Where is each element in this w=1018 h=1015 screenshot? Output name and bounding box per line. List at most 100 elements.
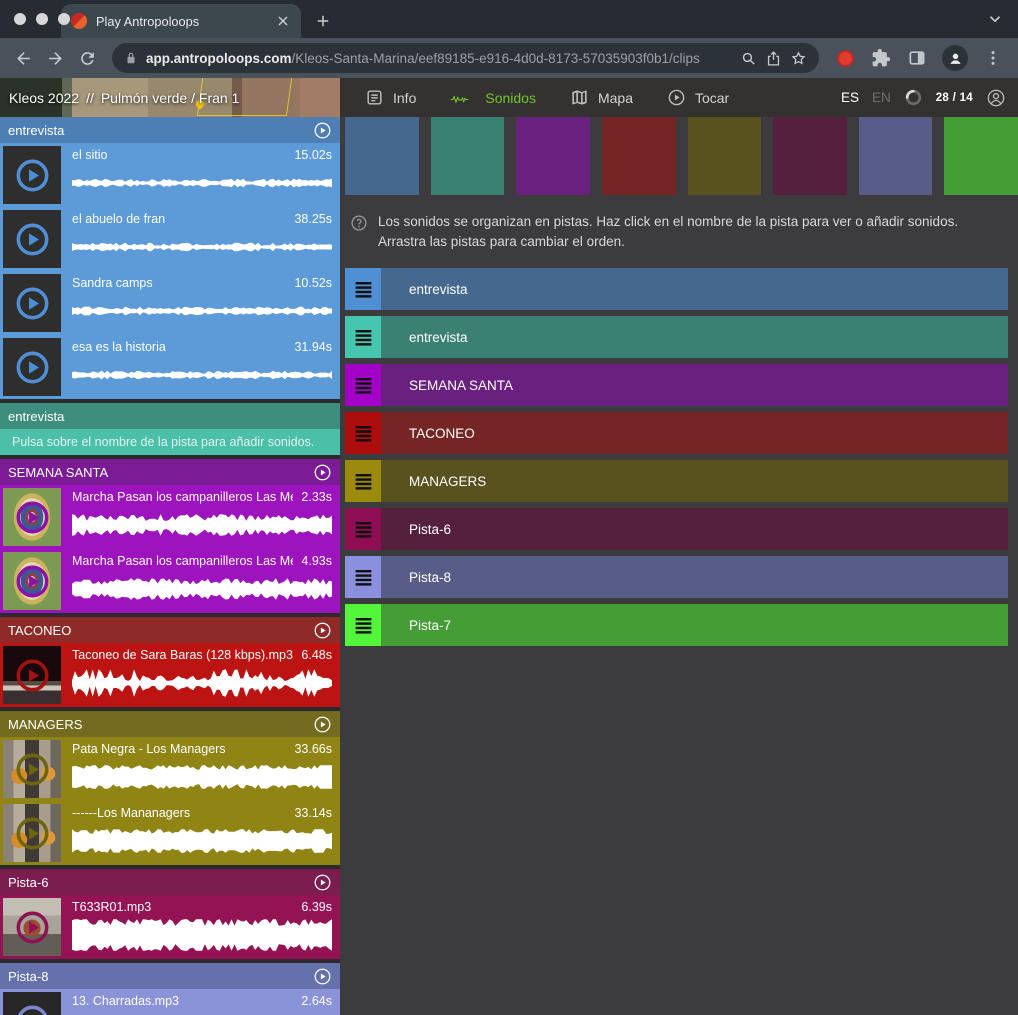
- sound-thumbnail[interactable]: [3, 488, 61, 546]
- play-icon[interactable]: [3, 338, 61, 396]
- close-window-button[interactable]: [14, 13, 26, 25]
- track-header[interactable]: Pista-8: [0, 963, 340, 989]
- play-icon[interactable]: [3, 898, 61, 956]
- nav-tab-mapa[interactable]: Mapa: [553, 78, 650, 117]
- sound-item[interactable]: 13. Charradas.mp32.64s: [0, 989, 340, 1015]
- sound-waveform[interactable]: [72, 290, 332, 331]
- sound-thumbnail[interactable]: [3, 804, 61, 862]
- side-panel-icon[interactable]: [907, 48, 927, 68]
- drag-handle-icon[interactable]: [345, 604, 381, 646]
- sound-item[interactable]: Sandra camps10.52s: [0, 271, 340, 335]
- tab-close-icon[interactable]: [275, 13, 291, 29]
- bookmark-star-icon[interactable]: [790, 50, 807, 67]
- nav-tab-tocar[interactable]: Tocar: [650, 78, 746, 117]
- track-row[interactable]: TACONEO: [345, 412, 1008, 454]
- new-tab-button[interactable]: [309, 7, 337, 35]
- breadcrumb[interactable]: Kleos 2022 // Pulmón verde / Fran 1: [9, 78, 239, 117]
- breadcrumb-project[interactable]: Kleos 2022: [9, 90, 79, 106]
- address-bar[interactable]: app.antropoloops.com/Kleos-Santa-Marina/…: [112, 43, 819, 73]
- tab-search-chevron-icon[interactable]: [986, 10, 1004, 28]
- track-row[interactable]: Pista-8: [345, 556, 1008, 598]
- back-button[interactable]: [10, 45, 36, 71]
- share-icon[interactable]: [765, 50, 782, 67]
- sound-item[interactable]: ------Los Mananagers33.14s: [0, 801, 340, 865]
- recording-indicator-icon[interactable]: [837, 50, 854, 67]
- drag-handle-icon[interactable]: [345, 412, 381, 454]
- sound-waveform[interactable]: [72, 354, 332, 395]
- track-header[interactable]: SEMANA SANTA: [0, 459, 340, 485]
- drag-handle-icon[interactable]: [345, 268, 381, 310]
- play-icon[interactable]: [3, 210, 61, 268]
- play-icon[interactable]: [3, 646, 61, 704]
- track-row[interactable]: SEMANA SANTA: [345, 364, 1008, 406]
- track-row[interactable]: MANAGERS: [345, 460, 1008, 502]
- track-play-button[interactable]: [313, 967, 332, 986]
- drag-handle-icon[interactable]: [345, 460, 381, 502]
- sound-item[interactable]: Marcha Pasan los campanilleros Las Mejor…: [0, 485, 340, 549]
- track-header[interactable]: Pista-6: [0, 869, 340, 895]
- sound-thumbnail[interactable]: [3, 992, 61, 1015]
- sound-waveform[interactable]: [72, 568, 332, 609]
- sound-waveform[interactable]: [72, 662, 332, 703]
- drag-handle-icon[interactable]: [345, 508, 381, 550]
- drag-handle-icon[interactable]: [345, 316, 381, 358]
- play-icon[interactable]: [3, 146, 61, 204]
- drag-handle-icon[interactable]: [345, 364, 381, 406]
- track-play-button[interactable]: [313, 463, 332, 482]
- nav-tab-sonidos[interactable]: Sonidos: [433, 78, 553, 117]
- sound-waveform[interactable]: [72, 914, 332, 955]
- language-es-button[interactable]: ES: [841, 90, 859, 105]
- track-play-button[interactable]: [313, 873, 332, 892]
- track-play-button[interactable]: [313, 621, 332, 640]
- zoom-icon[interactable]: [740, 50, 757, 67]
- track-row[interactable]: Pista-7: [345, 604, 1008, 646]
- sound-thumbnail[interactable]: [3, 338, 61, 396]
- sound-item[interactable]: Pata Negra - Los Managers33.66s: [0, 737, 340, 801]
- sound-waveform[interactable]: [72, 162, 332, 203]
- sound-item[interactable]: el sitio15.02s: [0, 143, 340, 207]
- sound-item[interactable]: esa es la historia31.94s: [0, 335, 340, 399]
- sound-item[interactable]: Taconeo de Sara Baras (128 kbps).mp36.48…: [0, 643, 340, 707]
- track-header[interactable]: entrevista: [0, 403, 340, 429]
- account-icon[interactable]: [986, 88, 1006, 108]
- track-header[interactable]: MANAGERS: [0, 711, 340, 737]
- track-header[interactable]: TACONEO: [0, 617, 340, 643]
- track-play-button[interactable]: [313, 121, 332, 140]
- sound-thumbnail[interactable]: [3, 898, 61, 956]
- track-header[interactable]: entrevista: [0, 117, 340, 143]
- sound-thumbnail[interactable]: [3, 740, 61, 798]
- track-row[interactable]: Pista-6: [345, 508, 1008, 550]
- sound-thumbnail[interactable]: [3, 274, 61, 332]
- profile-avatar[interactable]: [942, 45, 968, 71]
- sound-item[interactable]: el abuelo de fran38.25s: [0, 207, 340, 271]
- sound-thumbnail[interactable]: [3, 646, 61, 704]
- sound-waveform[interactable]: [72, 1008, 332, 1015]
- play-icon[interactable]: [3, 992, 61, 1015]
- browser-tab[interactable]: Play Antropoloops: [61, 4, 301, 38]
- sound-waveform[interactable]: [72, 504, 332, 545]
- sound-item[interactable]: Marcha Pasan los campanilleros Las Mejor…: [0, 549, 340, 613]
- play-icon[interactable]: [3, 552, 61, 610]
- reload-button[interactable]: [74, 45, 100, 71]
- play-icon[interactable]: [3, 274, 61, 332]
- sound-thumbnail[interactable]: [3, 210, 61, 268]
- browser-menu-icon[interactable]: [983, 48, 1003, 68]
- minimize-window-button[interactable]: [36, 13, 48, 25]
- play-icon[interactable]: [3, 804, 61, 862]
- play-icon[interactable]: [3, 488, 61, 546]
- play-icon[interactable]: [3, 740, 61, 798]
- track-row[interactable]: entrevista: [345, 316, 1008, 358]
- sound-item[interactable]: T633R01.mp36.39s: [0, 895, 340, 959]
- sound-thumbnail[interactable]: [3, 146, 61, 204]
- extensions-puzzle-icon[interactable]: [871, 48, 891, 68]
- track-play-button[interactable]: [313, 715, 332, 734]
- forward-button[interactable]: [42, 45, 68, 71]
- nav-tab-info[interactable]: Info: [348, 78, 433, 117]
- url-text[interactable]: app.antropoloops.com/Kleos-Santa-Marina/…: [146, 51, 732, 66]
- sound-thumbnail[interactable]: [3, 552, 61, 610]
- sound-waveform[interactable]: [72, 226, 332, 267]
- sound-waveform[interactable]: [72, 756, 332, 797]
- sound-waveform[interactable]: [72, 820, 332, 861]
- maximize-window-button[interactable]: [58, 13, 70, 25]
- track-row[interactable]: entrevista: [345, 268, 1008, 310]
